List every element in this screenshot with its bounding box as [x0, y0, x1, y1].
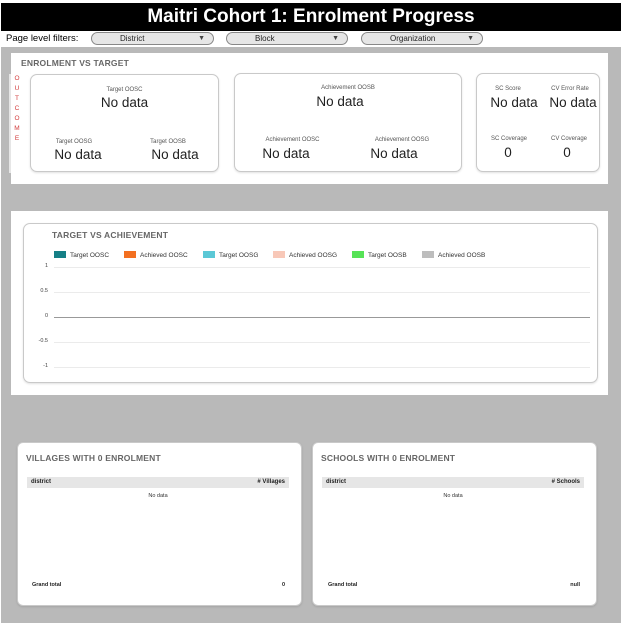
villages-col-count[interactable]: # Villages [257, 477, 285, 488]
legend-item: Achieved OOSG [273, 251, 337, 260]
outcome-letter: O [14, 115, 20, 122]
schools-col-count[interactable]: # Schools [552, 477, 580, 488]
legend-swatch [422, 251, 434, 258]
cv-coverage-value: 0 [563, 145, 571, 160]
outcome-letter: T [15, 95, 19, 102]
legend-label: Achieved OOSG [289, 252, 338, 259]
villages-no-data: No data [148, 493, 168, 499]
zero-line [54, 317, 590, 318]
schools-grand-total-label: Grand total [328, 582, 358, 588]
legend-swatch [273, 251, 285, 258]
achievement-oosb-value: No data [316, 94, 364, 109]
legend-swatch [54, 251, 66, 258]
sc-score-label: SC Score [495, 86, 521, 92]
organization-filter-label: Organization [390, 34, 436, 43]
organization-filter-dropdown[interactable]: Organization ▼ [361, 32, 483, 45]
y-tick-label: 0 [44, 313, 48, 319]
outcome-letter: E [14, 135, 20, 142]
outcome-letter: O [14, 75, 20, 82]
target-oosb-value: No data [151, 147, 199, 162]
filters-label: Page level filters: [6, 33, 79, 44]
gridline [54, 267, 590, 268]
page-title: Maitri Cohort 1: Enrolment Progress [1, 3, 621, 31]
legend-label: Achieved OOSB [438, 252, 486, 259]
block-filter-dropdown[interactable]: Block ▼ [226, 32, 348, 45]
achievement-oosc-value: No data [262, 146, 310, 161]
target-oosb-label: Target OOSB [150, 139, 186, 145]
schools-grand-total-value: null [570, 582, 580, 588]
cv-coverage-label: CV Coverage [550, 136, 588, 142]
sc-score-value: No data [490, 95, 538, 110]
y-tick-label: 0.5 [40, 288, 48, 294]
legend-label: Target OOSG [219, 252, 259, 259]
outcome-letter: C [14, 105, 20, 112]
block-filter-label: Block [255, 34, 275, 43]
outcome-letter: M [14, 125, 20, 132]
villages-grand-total-label: Grand total [32, 582, 62, 588]
villages-col-district[interactable]: district [31, 477, 51, 488]
cv-error-rate-value: No data [549, 95, 597, 110]
schools-no-data: No data [443, 493, 463, 499]
legend-swatch [203, 251, 215, 258]
chart-card [23, 223, 598, 383]
y-tick-label: 1 [44, 263, 48, 269]
chevron-down-icon: ▼ [332, 35, 339, 42]
cv-error-rate-label: CV Error Rate [551, 86, 589, 92]
target-oosg-value: No data [54, 147, 102, 162]
gridline [54, 292, 590, 293]
district-filter-label: District [120, 34, 145, 43]
gridline [54, 367, 590, 368]
schools-title: SCHOOLS WITH 0 ENROLMENT [321, 453, 456, 463]
target-oosg-label: Target OOSG [55, 139, 93, 145]
legend-item: Achieved OOSB [422, 251, 485, 260]
legend-label: Target OOSC [70, 252, 110, 259]
outcome-vertical-label: O U T C O M E [9, 74, 23, 173]
chart-title: TARGET VS ACHIEVEMENT [52, 230, 169, 240]
sc-coverage-value: 0 [504, 145, 512, 160]
schools-table-header: district # Schools [322, 477, 584, 488]
chevron-down-icon: ▼ [198, 35, 205, 42]
outcome-letter: U [14, 85, 20, 92]
y-tick-label: -1 [43, 363, 48, 369]
achievement-oosg-label: Achievement OOSG [374, 137, 430, 143]
gridline [54, 342, 590, 343]
legend-item: Achieved OOSC [124, 251, 188, 260]
achievement-oosc-label: Achievement OOSC [265, 137, 320, 143]
achievement-oosg-value: No data [370, 146, 418, 161]
legend-swatch [352, 251, 364, 258]
villages-grand-total-value: 0 [281, 582, 285, 588]
district-filter-dropdown[interactable]: District ▼ [91, 32, 214, 45]
achievement-oosb-label: Achievement OOSB [321, 85, 375, 91]
legend-item: Target OOSC [54, 251, 109, 260]
y-tick-label: -0.5 [38, 338, 48, 344]
villages-table-header: district # Villages [27, 477, 289, 488]
enrolment-section-title: ENROLMENT VS TARGET [21, 58, 130, 68]
legend-item: Target OOSG [203, 251, 258, 260]
villages-title: VILLAGES WITH 0 ENROLMENT [26, 453, 161, 463]
target-oosc-label: Target OOSC [106, 87, 143, 93]
legend-swatch [124, 251, 136, 258]
sc-coverage-label: SC Coverage [490, 136, 528, 142]
chevron-down-icon: ▼ [467, 35, 474, 42]
legend-label: Achieved OOSC [140, 252, 188, 259]
schools-col-district[interactable]: district [326, 477, 346, 488]
target-oosc-value: No data [100, 95, 149, 110]
legend-item: Target OOSB [352, 251, 407, 260]
legend-label: Target OOSB [368, 252, 407, 259]
